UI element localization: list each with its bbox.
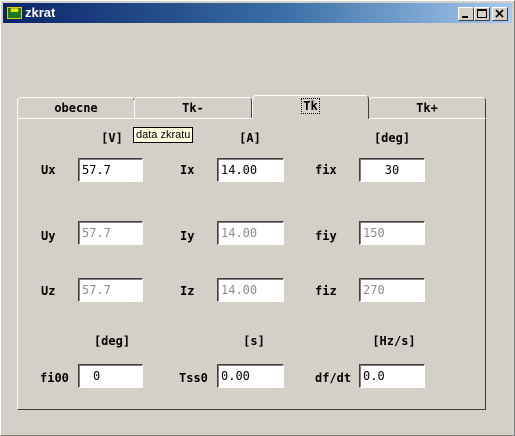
title-bar[interactable]: ▀▀ zkrat	[3, 3, 512, 23]
app-icon[interactable]: ▀▀	[7, 7, 22, 19]
iz-field[interactable]: 14.00	[217, 278, 284, 302]
unit-time: [s]	[243, 334, 265, 348]
uz-label: Uz	[41, 284, 56, 298]
ux-label: Ux	[41, 163, 56, 177]
tss0-label: Tss0	[179, 371, 208, 385]
unit-rate: [Hz/s]	[372, 334, 416, 348]
fiy-field[interactable]: 150	[359, 221, 425, 245]
tab-obecne[interactable]: obecne	[17, 97, 135, 119]
close-button[interactable]	[492, 7, 508, 21]
iz-label: Iz	[180, 284, 195, 298]
iy-label: Iy	[180, 229, 195, 243]
tab-label: obecne	[54, 101, 98, 115]
tooltip: data zkratu	[133, 127, 194, 143]
tab-tk-minus[interactable]: Tk-	[134, 97, 252, 119]
ux-field[interactable]: 57.7	[78, 158, 143, 182]
fiz-field[interactable]: 270	[359, 278, 425, 302]
uy-field[interactable]: 57.7	[78, 221, 143, 245]
uz-field[interactable]: 57.7	[78, 278, 143, 302]
fix-field[interactable]: 30	[359, 158, 425, 182]
dfdt-label: df/dt	[315, 371, 352, 385]
minimize-button[interactable]	[458, 7, 474, 21]
unit-angle-bottom: [deg]	[93, 334, 131, 348]
ix-field[interactable]: 14.00	[217, 158, 284, 182]
fi00-label: fi00	[40, 371, 69, 385]
close-icon	[495, 9, 504, 18]
tss0-field[interactable]: 0.00	[217, 364, 284, 388]
fiz-label: fiz	[315, 284, 337, 298]
ix-label: Ix	[180, 163, 195, 177]
unit-angle: [deg]	[373, 131, 411, 145]
iy-field[interactable]: 14.00	[217, 221, 284, 245]
unit-current: [A]	[239, 131, 261, 145]
dfdt-field[interactable]: 0.0	[359, 364, 425, 388]
fi00-field[interactable]: 0	[78, 364, 143, 388]
unit-voltage: [V]	[101, 131, 123, 145]
tab-tk-plus[interactable]: Tk+	[368, 97, 486, 119]
uy-label: Uy	[41, 229, 56, 243]
tab-label: Tk	[301, 98, 320, 114]
fix-label: fix	[315, 163, 337, 177]
tab-label: Tk-	[182, 101, 204, 115]
tab-label: Tk+	[416, 101, 438, 115]
window-title: zkrat	[25, 5, 56, 20]
maximize-button[interactable]	[474, 7, 490, 21]
maximize-icon	[477, 9, 487, 18]
fiy-label: fiy	[315, 229, 337, 243]
tab-tk[interactable]: Tk	[252, 95, 369, 119]
minimize-icon	[462, 16, 468, 18]
